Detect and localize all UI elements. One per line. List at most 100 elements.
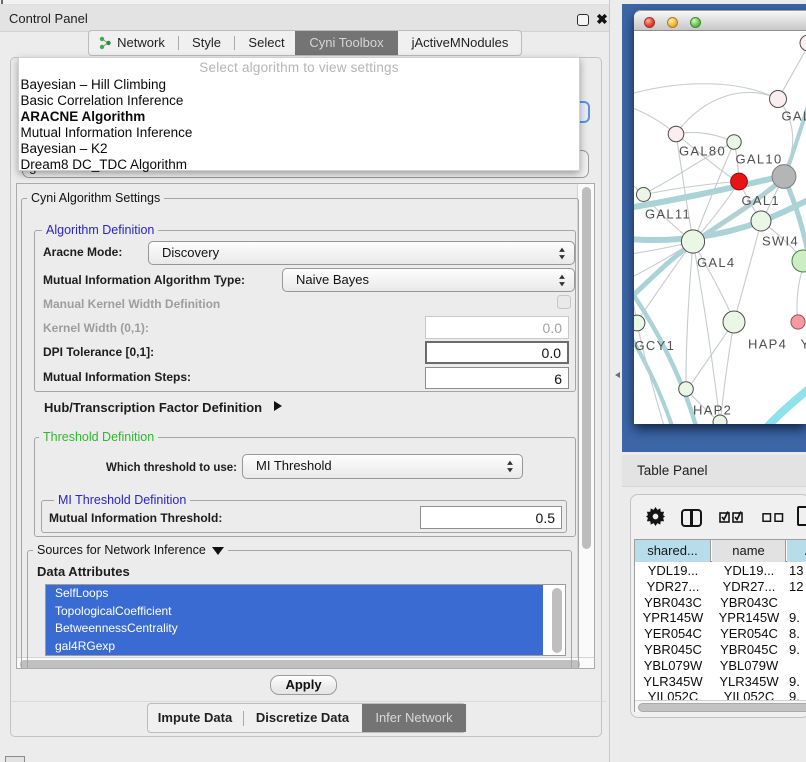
tab-impute-data[interactable]: Impute Data	[148, 704, 242, 732]
algorithm-option[interactable]: Bayesian – K2	[21, 141, 577, 157]
minimize-window-icon[interactable]	[667, 17, 678, 28]
column-header-third[interactable]: A	[787, 540, 806, 562]
table-header: shared... name A	[635, 539, 806, 562]
table-row[interactable]: YBR045CYBR045C9.	[635, 642, 806, 658]
select-all-checkboxes-icon[interactable]	[719, 510, 744, 523]
data-attributes-label: Data Attributes	[37, 564, 130, 579]
vertical-scrollbar-track[interactable]	[577, 184, 594, 657]
table-cell: YLR345W	[712, 674, 786, 690]
network-node[interactable]	[770, 91, 787, 108]
network-edge[interactable]	[686, 242, 693, 382]
application-window: Control Panel ✖ Network Style Select Cyn…	[0, 0, 806, 762]
attribute-list-item[interactable]: gal4RGexp	[46, 638, 543, 656]
network-edge[interactable]	[767, 388, 806, 424]
kernel-width-label: Kernel Width (0,1):	[43, 321, 149, 335]
table-cell: 8.	[787, 626, 806, 642]
column-header-shared-name[interactable]: shared...	[635, 540, 711, 562]
splitter-collapse-icon[interactable]	[615, 372, 620, 378]
table-row[interactable]: YIL052CYIL052C9.	[635, 689, 806, 700]
network-node[interactable]	[791, 315, 805, 329]
network-edge[interactable]	[797, 268, 803, 322]
network-edge[interactable]	[734, 230, 759, 322]
table-row[interactable]: YDL19...YDL19...13	[635, 563, 806, 579]
kernel-width-field[interactable]: 0.0	[425, 316, 569, 339]
apply-button[interactable]: Apply	[270, 675, 337, 695]
table-cell: YBR043C	[635, 595, 711, 611]
network-edge[interactable]	[676, 92, 778, 134]
table-cell	[787, 595, 806, 611]
algorithm-option[interactable]: ARACNE Algorithm	[21, 109, 577, 125]
hub-definition-toggle[interactable]: Hub/Transcription Factor Definition	[44, 400, 262, 415]
mi-steps-field[interactable]: 6	[425, 367, 569, 389]
column-header-name[interactable]: name	[712, 540, 786, 562]
table-row[interactable]: YER054CYER054C8.	[635, 626, 806, 642]
table-row[interactable]: YBR043CYBR043C	[635, 595, 806, 611]
tab-infer-network[interactable]: Infer Network	[362, 704, 466, 732]
tab-cyni-toolbox[interactable]: Cyni Toolbox	[295, 31, 398, 55]
network-edge[interactable]	[721, 322, 734, 415]
network-node[interactable]	[727, 135, 741, 149]
manual-kernel-width-checkbox[interactable]	[557, 295, 571, 309]
collapsed-arrow-icon[interactable]	[273, 400, 283, 412]
tab-select[interactable]: Select	[239, 31, 294, 55]
list-scrollbar-thumb[interactable]	[552, 588, 562, 653]
table-row[interactable]: YLR345WYLR345W9.	[635, 674, 806, 690]
network-node[interactable]	[637, 188, 651, 202]
data-attributes-list[interactable]: SelfLoopsTopologicalCoefficientBetweenne…	[45, 584, 566, 656]
tab-network[interactable]: Network	[111, 31, 171, 55]
aracne-mode-select[interactable]: Discovery	[148, 241, 575, 265]
mi-algorithm-type-select[interactable]: Naive Bayes	[282, 268, 575, 292]
network-node[interactable]	[751, 211, 771, 231]
attribute-list-item[interactable]: BetweennessCentrality	[46, 620, 543, 638]
network-node[interactable]	[731, 173, 748, 190]
algorithm-option[interactable]: Dream8 DC_TDC Algorithm	[21, 157, 577, 173]
vertical-scrollbar-thumb[interactable]	[582, 187, 591, 549]
network-node-label: GAL10	[736, 152, 783, 167]
attribute-list-item[interactable]: TopologicalCoefficient	[46, 603, 543, 621]
table-cell: 13	[787, 563, 806, 579]
network-node[interactable]	[679, 382, 694, 397]
tab-style[interactable]: Style	[184, 31, 229, 55]
network-node[interactable]	[772, 165, 796, 189]
dpi-tolerance-field[interactable]: 0.0	[425, 341, 569, 364]
split-columns-icon[interactable]	[681, 509, 702, 527]
network-edge[interactable]	[693, 242, 730, 312]
control-panel-titlebar	[0, 5, 618, 32]
combo-arrows-icon	[506, 459, 514, 474]
network-node[interactable]	[668, 126, 684, 142]
network-node[interactable]	[800, 35, 806, 51]
network-node[interactable]	[723, 311, 745, 333]
network-node[interactable]	[792, 250, 806, 272]
tab-jactivemnodules[interactable]: jActiveMNodules	[402, 31, 518, 55]
selected-value: Naive Bayes	[296, 272, 369, 287]
network-canvas[interactable]: GAL7GAL80GAL10GAL1GAL11GAL4SWI4GCY1HAP4Y…	[634, 32, 806, 424]
attribute-list-item[interactable]: SelfLoops	[46, 585, 543, 603]
mi-algorithm-type-label: Mutual Information Algorithm Type:	[43, 273, 245, 287]
table-hscrollbar[interactable]	[635, 700, 806, 712]
algorithm-option[interactable]: Basic Correlation Inference	[21, 93, 577, 109]
which-threshold-select[interactable]: MI Threshold	[242, 454, 523, 479]
gear-icon[interactable]	[646, 507, 665, 526]
tab-discretize-data[interactable]: Discretize Data	[244, 704, 361, 732]
table-row[interactable]: YDR27...YDR27...12	[635, 579, 806, 595]
close-window-icon[interactable]	[644, 17, 655, 28]
deselect-all-checkboxes-icon[interactable]	[762, 513, 784, 522]
network-node[interactable]	[681, 230, 704, 253]
float-window-icon[interactable]	[577, 14, 589, 26]
close-icon[interactable]: ✖	[595, 10, 609, 28]
network-node-label: GAL80	[679, 144, 726, 159]
mi-threshold-label: Mutual Information Threshold:	[49, 511, 222, 525]
table-row[interactable]: YBL079WYBL079W	[635, 658, 806, 674]
table-row[interactable]: YPR145WYPR145W9.	[635, 610, 806, 626]
network-edge[interactable]	[634, 84, 778, 99]
group-title: Threshold Definition	[39, 430, 158, 444]
table-hscrollbar-thumb[interactable]	[638, 703, 806, 712]
zoom-window-icon[interactable]	[690, 17, 701, 28]
group-title: Cyni Algorithm Settings	[27, 191, 164, 205]
algorithm-option[interactable]: Bayesian – Hill Climbing	[21, 77, 577, 93]
network-node[interactable]	[634, 315, 645, 331]
algorithm-option[interactable]: Mutual Information Inference	[21, 125, 577, 141]
document-icon[interactable]	[797, 506, 806, 526]
partial-button[interactable]	[5, 756, 25, 762]
mi-threshold-field[interactable]: 0.5	[420, 506, 562, 529]
